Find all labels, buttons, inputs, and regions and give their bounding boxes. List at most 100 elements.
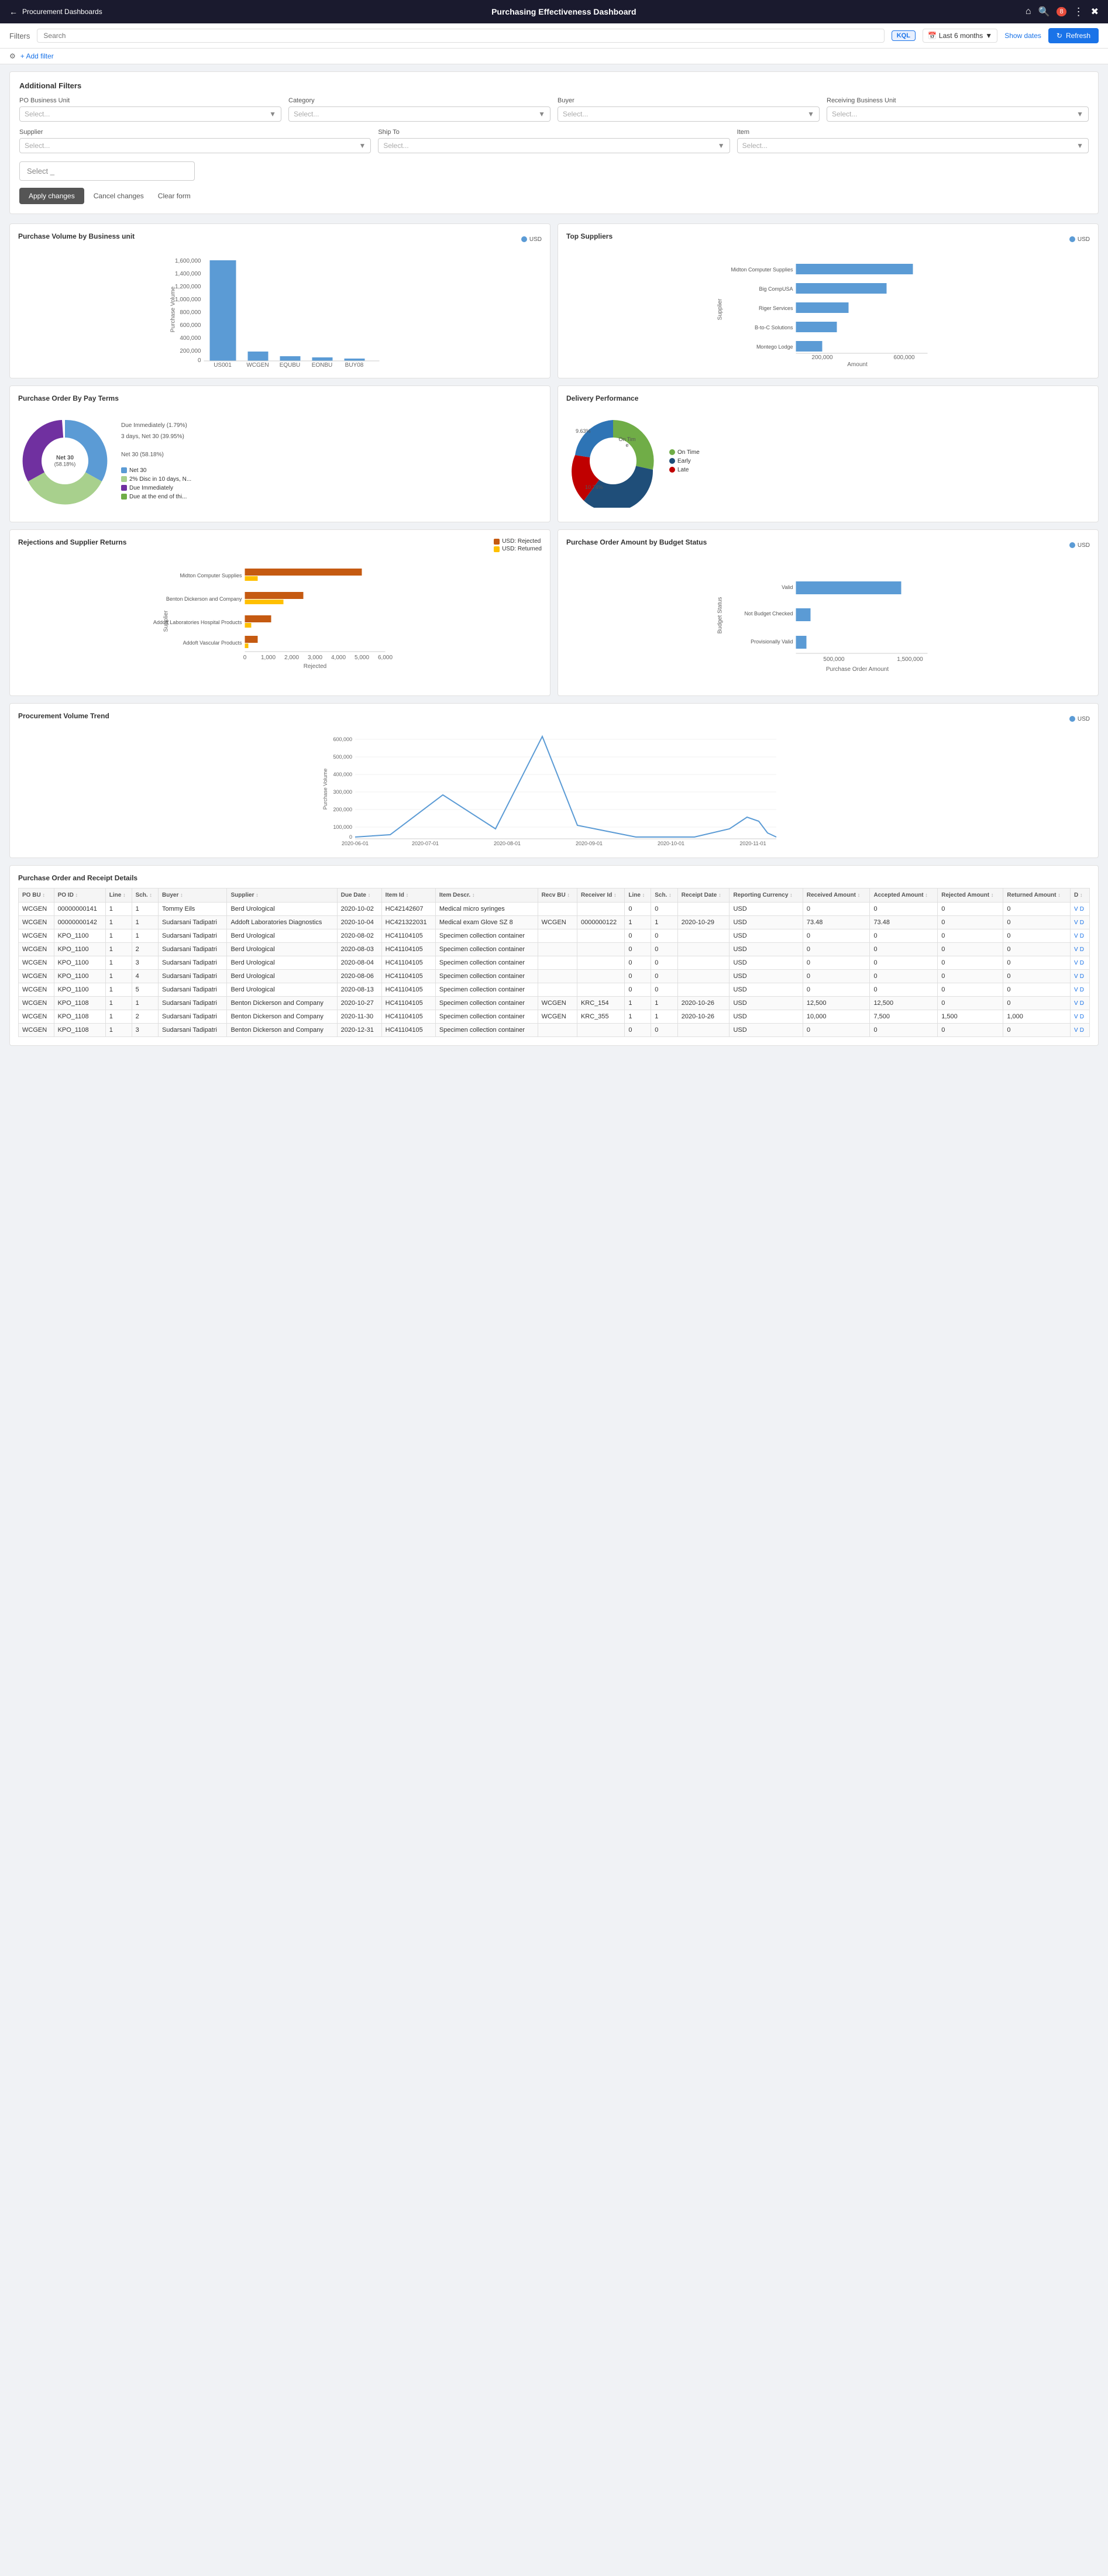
svg-text:500,000: 500,000	[333, 754, 352, 760]
purchase-volume-legend: USD	[529, 236, 542, 243]
svg-text:Montego Lodge: Montego Lodge	[756, 344, 793, 350]
additional-filters-panel: Additional Filters PO Business Unit Sele…	[9, 71, 1099, 214]
close-icon[interactable]: ✖	[1091, 6, 1099, 18]
cancel-changes-button[interactable]: Cancel changes	[89, 188, 149, 204]
col-supplier: Supplier ↕	[227, 888, 337, 903]
detail-link[interactable]: D	[1080, 1014, 1084, 1020]
filter-po-bu-select[interactable]: Select... ▼	[19, 106, 281, 122]
more-icon[interactable]: ⋮	[1073, 6, 1084, 18]
view-link[interactable]: V	[1074, 1027, 1078, 1034]
detail-link[interactable]: D	[1080, 1000, 1084, 1007]
view-link[interactable]: V	[1074, 960, 1078, 966]
table-scroll[interactable]: PO BU ↕ PO ID ↕ Line ↕ Sch. ↕ Buyer ↕ Su…	[18, 888, 1090, 1037]
filter-buyer-label: Buyer	[558, 97, 820, 104]
detail-link[interactable]: D	[1080, 987, 1084, 993]
svg-text:BUY08: BUY08	[345, 362, 364, 368]
home-icon[interactable]: ⌂	[1026, 6, 1031, 17]
refresh-label: Refresh	[1066, 32, 1090, 40]
table-row: WCGENKPO_110012Sudarsani TadipatriBerd U…	[19, 943, 1090, 956]
nav-left: ← Procurement Dashboards	[9, 7, 102, 16]
filter-category-select[interactable]: Select... ▼	[288, 106, 550, 122]
search-icon[interactable]: 🔍	[1038, 6, 1050, 18]
filter-supplier: Supplier Select... ▼	[19, 129, 371, 153]
pay-terms-title: Purchase Order By Pay Terms	[18, 394, 542, 402]
kql-badge[interactable]: KQL	[892, 30, 916, 41]
back-label[interactable]: Procurement Dashboards	[22, 8, 102, 16]
select-placeholder[interactable]: Select _	[19, 161, 195, 181]
svg-text:2020-11-01: 2020-11-01	[739, 841, 766, 846]
svg-text:2020-09-01: 2020-09-01	[576, 841, 603, 846]
budget-status-title: Purchase Order Amount by Budget Status	[566, 538, 707, 546]
detail-link[interactable]: D	[1080, 1027, 1084, 1034]
svg-text:Addoft Laboratories Hospital P: Addoft Laboratories Hospital Products	[153, 619, 242, 625]
date-range-label: Last 6 months	[939, 32, 983, 40]
apply-changes-button[interactable]: Apply changes	[19, 188, 84, 204]
detail-link[interactable]: D	[1080, 933, 1084, 939]
rejections-title: Rejections and Supplier Returns	[18, 538, 126, 546]
svg-text:Benton Dickerson and Company: Benton Dickerson and Company	[166, 596, 242, 602]
refresh-button[interactable]: ↻ Refresh	[1048, 28, 1099, 43]
detail-link[interactable]: D	[1080, 946, 1084, 953]
search-input[interactable]	[37, 29, 884, 43]
filter-item-select[interactable]: Select... ▼	[737, 138, 1089, 153]
svg-text:1,200,000: 1,200,000	[175, 284, 201, 290]
svg-text:1,600,000: 1,600,000	[175, 258, 201, 264]
view-link[interactable]: V	[1074, 933, 1078, 939]
svg-text:1,400,000: 1,400,000	[175, 271, 201, 277]
filter-receiving-bu-select[interactable]: Select... ▼	[827, 106, 1089, 122]
detail-link[interactable]: D	[1080, 919, 1084, 926]
filter-supplier-select[interactable]: Select... ▼	[19, 138, 371, 153]
svg-text:Amount: Amount	[847, 361, 868, 368]
detail-link[interactable]: D	[1080, 973, 1084, 980]
svg-text:Purchase Order Amount: Purchase Order Amount	[826, 666, 889, 673]
filter-buyer-select[interactable]: Select... ▼	[558, 106, 820, 122]
col-po-bu: PO BU ↕	[19, 888, 54, 903]
table-row: WCGENKPO_110812Sudarsani TadipatriBenton…	[19, 1010, 1090, 1024]
trend-svg: 600,000 500,000 400,000 300,000 200,000 …	[18, 731, 1090, 848]
svg-text:Midton Computer Supplies: Midton Computer Supplies	[731, 267, 793, 273]
notifications-icon[interactable]: 8	[1057, 7, 1066, 16]
view-link[interactable]: V	[1074, 919, 1078, 926]
svg-text:200,000: 200,000	[180, 348, 201, 354]
filter-receiving-bu-value: Select...	[832, 110, 857, 118]
view-link[interactable]: V	[1074, 946, 1078, 953]
svg-text:600,000: 600,000	[180, 322, 201, 329]
purchase-volume-title: Purchase Volume by Business unit	[18, 232, 135, 240]
svg-text:B-to-C Solutions: B-to-C Solutions	[755, 325, 793, 330]
add-filter-row: ⚙ + Add filter	[0, 49, 1108, 64]
detail-link[interactable]: D	[1080, 906, 1084, 912]
chevron-down-icon: ▼	[269, 110, 276, 118]
col-recv-sch: Sch. ↕	[651, 888, 677, 903]
col-sch: Sch. ↕	[132, 888, 158, 903]
svg-text:Purchase Volume: Purchase Volume	[322, 769, 328, 810]
rejections-chart: Rejections and Supplier Returns USD: Rej…	[9, 529, 550, 696]
view-link[interactable]: V	[1074, 987, 1078, 993]
chevron-down-icon: ▼	[985, 32, 992, 40]
filter-ship-to-select[interactable]: Select... ▼	[378, 138, 730, 153]
table-row: WCGEN0000000014211Sudarsani TadipatriAdd…	[19, 916, 1090, 929]
col-d: D ↕	[1070, 888, 1089, 903]
refresh-icon: ↻	[1057, 32, 1062, 40]
svg-text:Valid: Valid	[782, 584, 793, 590]
view-link[interactable]: V	[1074, 906, 1078, 912]
show-dates-button[interactable]: Show dates	[1004, 32, 1041, 40]
filter-ship-to: Ship To Select... ▼	[378, 129, 730, 153]
additional-filters-title: Additional Filters	[19, 81, 1089, 90]
rejections-svg: Supplier Midton Computer Supplies Benton…	[18, 557, 542, 686]
trend-chart: Procurement Volume Trend USD 600,000 500…	[9, 703, 1099, 858]
detail-link[interactable]: D	[1080, 960, 1084, 966]
table-row: WCGENKPO_110013Sudarsani TadipatriBerd U…	[19, 956, 1090, 970]
filter-item-value: Select...	[742, 142, 768, 150]
clear-form-button[interactable]: Clear form	[153, 188, 195, 204]
top-suppliers-legend: USD	[1078, 236, 1090, 243]
view-link[interactable]: V	[1074, 973, 1078, 980]
charts-row-3: Rejections and Supplier Returns USD: Rej…	[9, 529, 1099, 696]
view-link[interactable]: V	[1074, 1000, 1078, 1007]
date-filter[interactable]: 📅 Last 6 months ▼	[923, 29, 997, 43]
view-link[interactable]: V	[1074, 1014, 1078, 1020]
chevron-down-icon: ▼	[359, 142, 366, 150]
svg-text:2,000: 2,000	[284, 655, 299, 661]
svg-text:2020-08-01: 2020-08-01	[494, 841, 521, 846]
add-filter-link[interactable]: + Add filter	[20, 52, 54, 60]
svg-text:2020-07-01: 2020-07-01	[412, 841, 439, 846]
